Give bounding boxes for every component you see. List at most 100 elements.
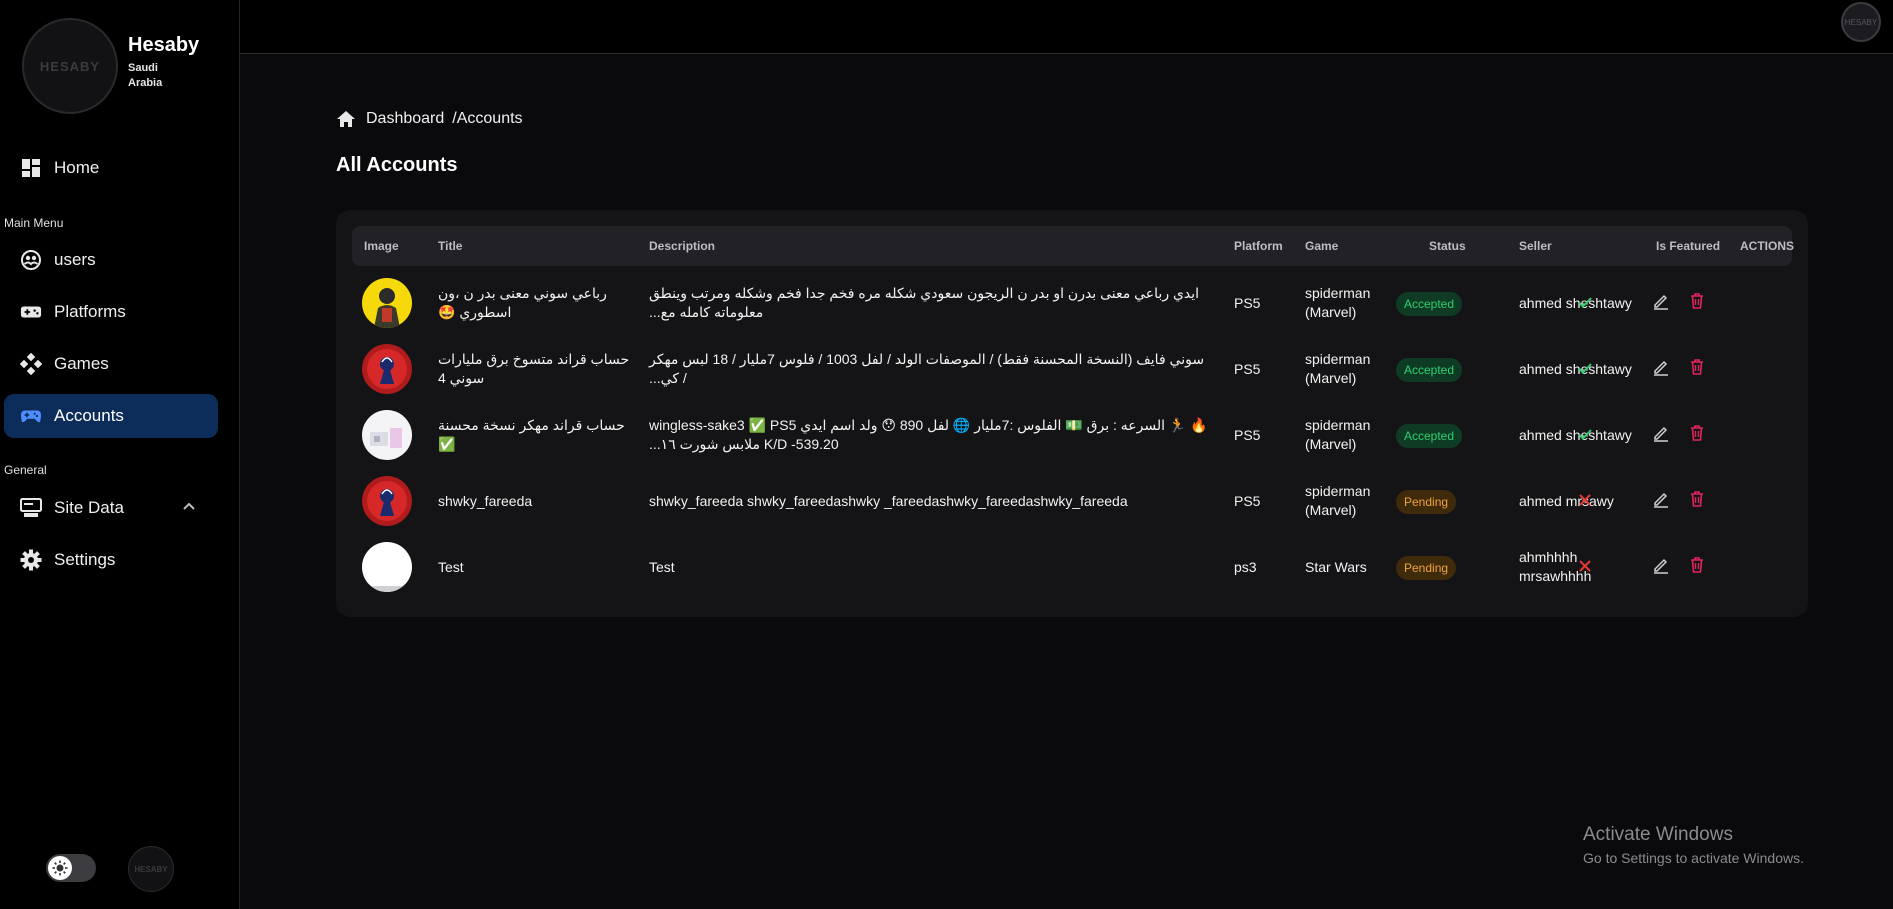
- account-seller: ahmed sheshtawy: [1519, 427, 1632, 443]
- server-icon: [20, 497, 42, 519]
- breadcrumb-dashboard[interactable]: Dashboard: [366, 110, 444, 128]
- edit-icon[interactable]: [1652, 490, 1670, 513]
- gamepad-icon: [20, 301, 42, 323]
- home-icon[interactable]: [336, 110, 356, 128]
- column-header: Seller: [1519, 239, 1552, 253]
- puzzle-icon: [20, 353, 42, 375]
- column-header: Image: [364, 239, 399, 253]
- sidebar-item-platforms[interactable]: Platforms: [4, 290, 218, 334]
- sun-icon: [48, 856, 72, 880]
- section-general: General: [4, 463, 47, 477]
- account-platform: PS5: [1234, 361, 1261, 377]
- table-row: حساب قراند متسوخ برق مليارات سوني 4 سوني…: [352, 336, 1792, 402]
- account-description: Test: [649, 559, 675, 575]
- account-platform: PS5: [1234, 493, 1261, 509]
- account-title: shwky_fareeda: [438, 493, 533, 509]
- sidebar-item-site-data[interactable]: Site Data: [4, 486, 218, 530]
- column-header: ACTIONS: [1740, 239, 1794, 253]
- watermark-title: Activate Windows: [1583, 824, 1733, 845]
- account-seller: ahmed sheshtawy: [1519, 295, 1632, 311]
- brand-logo[interactable]: HESABY: [22, 18, 118, 114]
- account-image: [362, 410, 412, 460]
- sidebar: HESABY Hesaby Saudi Arabia Home Main Men…: [0, 0, 240, 909]
- sidebar-item-label: Platforms: [54, 302, 126, 321]
- sidebar-item-label: Site Data: [54, 498, 124, 517]
- section-main-menu: Main Menu: [4, 216, 64, 230]
- status-badge: Pending: [1396, 490, 1457, 514]
- theme-toggle[interactable]: [46, 854, 96, 882]
- table-row: shwky_fareeda shwky_fareeda shwky_fareed…: [352, 468, 1792, 534]
- brand: HESABY Hesaby Saudi Arabia: [22, 18, 199, 114]
- account-title: حساب قراند متسوخ برق مليارات سوني 4: [438, 351, 630, 386]
- edit-icon[interactable]: [1652, 556, 1670, 579]
- check-icon: [1577, 360, 1593, 381]
- delete-icon[interactable]: [1688, 292, 1706, 315]
- brand-subtitle: Saudi Arabia: [128, 62, 163, 89]
- column-header: Description: [649, 239, 716, 253]
- table-row: Test Test ps3 Star Wars Pending ahmhhhh …: [352, 534, 1792, 600]
- account-description: 🔥 🏃 السرعه : برق 💵 الفلوس :7مليار 🌐 لفل …: [649, 417, 1208, 452]
- account-title: حساب قراند مهكر نسخة محسنة ✅: [438, 417, 625, 452]
- delete-icon[interactable]: [1688, 490, 1706, 513]
- avatar[interactable]: HESABY: [1841, 2, 1881, 42]
- account-image: [362, 476, 412, 526]
- cross-icon: [1577, 558, 1593, 579]
- column-header: Game: [1305, 239, 1339, 253]
- account-description: ايدي رباعي معنى بدرن او بدر ن الريجون سع…: [649, 285, 1200, 320]
- account-image: [362, 542, 412, 592]
- account-title: رباعي سوني معنى بدر ن ،ون اسطوري 🤩: [438, 285, 607, 320]
- sidebar-item-home[interactable]: Home: [4, 146, 218, 190]
- status-badge: Accepted: [1396, 358, 1463, 382]
- account-seller: ahmed sheshtawy: [1519, 361, 1632, 377]
- account-description: سوني فايف (النسخة المحسنة فقط) / الموصفا…: [649, 351, 1205, 386]
- status-badge: Accepted: [1396, 292, 1463, 316]
- sidebar-item-label: Home: [54, 158, 100, 177]
- controller-icon: [20, 405, 42, 427]
- cross-icon: [1577, 492, 1593, 513]
- sidebar-item-games[interactable]: Games: [4, 342, 218, 386]
- account-game: Star Wars: [1305, 559, 1367, 575]
- account-game: spiderman (Marvel): [1305, 351, 1371, 386]
- watermark-subtitle: Go to Settings to activate Windows.: [1583, 850, 1804, 866]
- status-badge: Pending: [1396, 556, 1457, 580]
- delete-icon[interactable]: [1688, 358, 1706, 381]
- edit-icon[interactable]: [1652, 424, 1670, 447]
- sidebar-item-label: Accounts: [54, 406, 124, 425]
- column-header: Platform: [1234, 239, 1283, 253]
- app-root: HESABY Hesaby Saudi Arabia Home Main Men…: [0, 0, 1893, 909]
- table-header: Image Title Description Platform Game St…: [352, 226, 1794, 266]
- column-header: Status: [1429, 239, 1466, 253]
- column-header: Title: [438, 239, 463, 253]
- account-platform: PS5: [1234, 427, 1261, 443]
- gear-icon: [20, 549, 42, 571]
- account-game: spiderman (Marvel): [1305, 483, 1371, 518]
- account-seller: ahmed mrsawy: [1519, 493, 1614, 509]
- activation-watermark: Activate Windows Go to Settings to activ…: [1583, 824, 1804, 866]
- sidebar-item-settings[interactable]: Settings: [4, 538, 218, 582]
- sidebar-item-users[interactable]: users: [4, 238, 218, 282]
- edit-icon[interactable]: [1652, 292, 1670, 315]
- users-icon: [20, 249, 42, 271]
- check-icon: [1577, 294, 1593, 315]
- account-description: shwky_fareeda shwky_fareedashwky _fareed…: [649, 493, 1128, 509]
- table-row: حساب قراند مهكر نسخة محسنة ✅ 🔥 🏃 السرعه …: [352, 402, 1792, 468]
- chevron-up-icon[interactable]: [182, 498, 196, 516]
- brand-name: Hesaby: [128, 34, 200, 56]
- brand-text: Hesaby Saudi Arabia: [128, 34, 199, 91]
- table-row: رباعي سوني معنى بدر ن ،ون اسطوري 🤩 ايدي …: [352, 270, 1792, 336]
- sidebar-item-accounts[interactable]: Accounts: [4, 394, 218, 438]
- account-image: [362, 344, 412, 394]
- breadcrumb-current: /Accounts: [452, 110, 523, 127]
- account-game: spiderman (Marvel): [1305, 285, 1371, 320]
- sidebar-item-label: Settings: [54, 550, 116, 569]
- footer-logo: HESABY: [128, 846, 174, 892]
- accounts-table: Image Title Description Platform Game St…: [336, 210, 1808, 617]
- edit-icon[interactable]: [1652, 358, 1670, 381]
- account-title: Test: [438, 559, 464, 575]
- delete-icon[interactable]: [1688, 424, 1706, 447]
- sidebar-item-label: Games: [54, 354, 109, 373]
- account-game: spiderman (Marvel): [1305, 417, 1371, 452]
- column-header: Is Featured: [1656, 239, 1721, 253]
- delete-icon[interactable]: [1688, 556, 1706, 579]
- topbar: HESABY: [240, 0, 1893, 54]
